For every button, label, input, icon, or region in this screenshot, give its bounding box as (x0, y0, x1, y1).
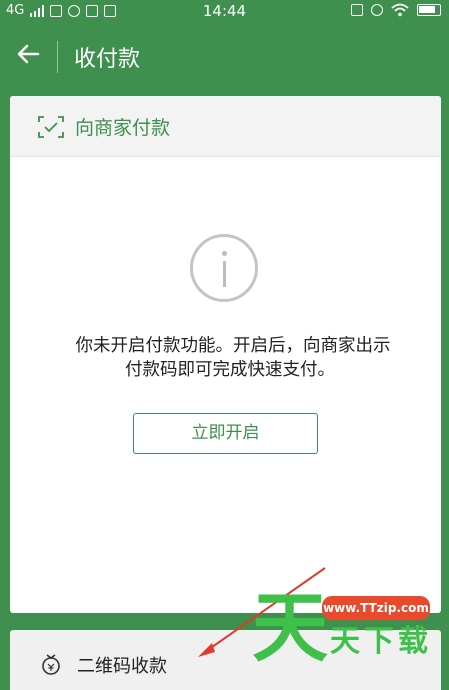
watermark-char-1: 天 (330, 624, 360, 659)
scan-icon (38, 116, 64, 138)
back-arrow-icon[interactable] (16, 42, 40, 66)
card-header: 向商家付款 (10, 96, 441, 157)
message-line-1: 你未开启付款功能。开启后，向商家出示 (75, 336, 391, 356)
vibrate-icon (351, 4, 363, 16)
alarm-icon (371, 4, 383, 16)
site-watermark: 天 www.TTzip.com 天 下 载 (250, 588, 449, 685)
enable-now-button[interactable]: 立即开启 (133, 413, 318, 454)
app-bar: 收付款 (0, 22, 449, 90)
money-bag-icon (42, 654, 60, 675)
watermark-char-2: 下 (364, 624, 394, 659)
wifi-icon (391, 3, 409, 17)
status-bar: 4G 14:44 (0, 0, 449, 22)
watermark-big-char: 天 (252, 583, 328, 672)
message-line-2: 付款码即可完成快速支付。 (125, 360, 335, 380)
card-title: 向商家付款 (75, 117, 171, 139)
status-right-group (351, 3, 441, 17)
page-title: 收付款 (74, 47, 141, 72)
qr-collect-label: 二维码收款 (77, 656, 167, 677)
pay-merchant-card: 向商家付款 你未开启付款功能。开启后，向商家出示 付款码即可完成快速支付。 立即… (10, 96, 441, 613)
watermark-url: www.TTzip.com (322, 596, 430, 620)
battery-icon (417, 4, 441, 16)
app-bar-divider (57, 41, 58, 73)
info-icon (190, 234, 258, 302)
watermark-char-3: 载 (398, 624, 428, 659)
